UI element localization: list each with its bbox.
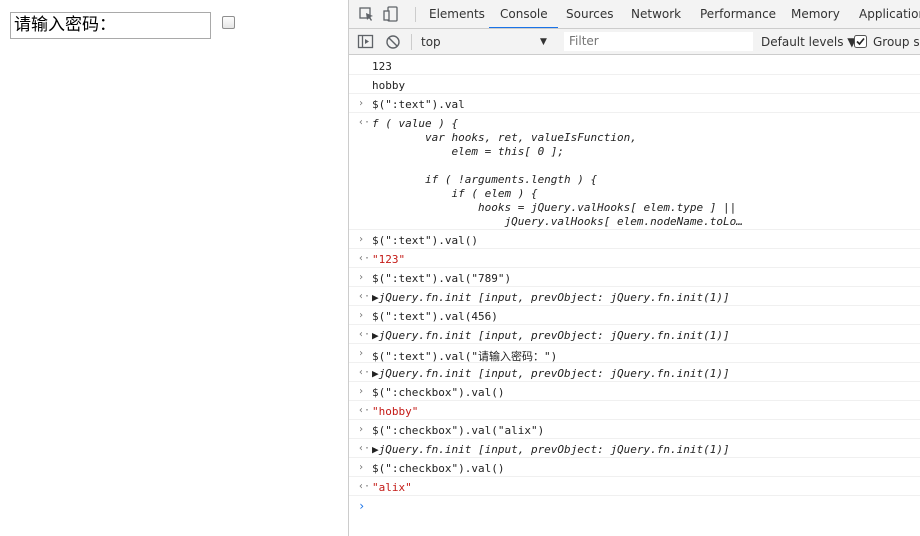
input-prompt-icon: › [358,98,365,109]
console-log-row: 123 [349,56,920,75]
input-prompt-icon: › [358,234,365,245]
console-input-row: › $(":checkbox").val() [349,382,920,401]
console-result-row[interactable]: ‹· ▶jQuery.fn.init [input, prevObject: j… [349,287,920,306]
console-prompt-row[interactable]: › [349,496,920,516]
console-result-row: ‹· "123" [349,249,920,268]
result-string: "alix" [372,481,412,494]
tab-sources[interactable]: Sources [566,0,613,28]
sidebar-toggle-icon[interactable] [357,34,375,50]
result-string: "123" [372,253,406,266]
default-levels-dropdown[interactable]: Default levels ▼ [761,29,857,54]
console-input-row: › $(":text").val("请输入密码：") [349,344,920,363]
jquery-object-result[interactable]: ▶jQuery.fn.init [input, prevObject: jQue… [372,367,730,380]
log-text: hobby [372,79,406,92]
tab-separator [415,7,416,22]
console-result-row[interactable]: ‹· ▶jQuery.fn.init [input, prevObject: j… [349,439,920,458]
password-text-input[interactable]: 请输入密码： [10,12,211,39]
tab-elements[interactable]: Elements [429,0,485,28]
tab-console[interactable]: Console [500,0,548,28]
device-toolbar-icon[interactable] [383,6,401,22]
function-source-line: hooks = jQuery.valHooks[ elem.type ] || [372,201,737,214]
console-output: 123 hobby › $(":text").val ‹· f ( value … [349,56,920,536]
devtools-tab-bar: Elements Console Sources Network Perform… [349,0,920,29]
input-command: $(":text").val() [372,234,478,247]
result-arrow-icon: ‹· [358,443,371,454]
input-prompt-icon: › [358,272,365,283]
console-result-row: ‹· "alix" [349,477,920,496]
function-source-line: f ( value ) { [372,117,459,130]
web-page: 请输入密码： [0,0,348,536]
result-string: "hobby" [372,405,419,418]
group-similar-label: Group sir [873,35,920,49]
function-source-line: if ( elem ) { [372,187,538,200]
function-source-line: elem = this[ 0 ]; [372,145,565,158]
result-arrow-icon: ‹· [358,291,371,302]
console-result-row[interactable]: ‹· ▶jQuery.fn.init [input, prevObject: j… [349,325,920,344]
filter-input[interactable]: Filter [564,32,753,51]
input-prompt-icon: › [358,310,365,321]
input-command: $(":text").val("789") [372,272,512,285]
tab-application[interactable]: Application [859,0,920,28]
clear-console-icon[interactable] [385,34,403,50]
tab-memory[interactable]: Memory [791,0,840,28]
result-arrow-icon: ‹· [358,329,371,340]
input-command: $(":checkbox").val() [372,386,505,399]
console-result-row: ‹· f ( value ) { var hooks, ret, valueIs… [349,113,920,230]
context-dropdown-arrow-icon[interactable]: ▼ [540,29,547,54]
console-input-row: › $(":checkbox").val("alix") [349,420,920,439]
log-text: 123 [372,60,392,73]
input-command: $(":text").val("请输入密码：") [372,350,558,363]
result-arrow-icon: ‹· [358,367,371,378]
jquery-object-result[interactable]: ▶jQuery.fn.init [input, prevObject: jQue… [372,291,730,304]
input-prompt-icon: › [358,462,365,473]
console-result-row: ‹· "hobby" [349,401,920,420]
console-prompt-caret-icon: › [358,499,366,513]
input-prompt-icon: › [358,424,365,435]
console-log-row: hobby [349,75,920,94]
context-selector[interactable]: top [421,29,441,54]
console-input-row: › $(":checkbox").val() [349,458,920,477]
console-input-row: › $(":text").val [349,94,920,113]
console-input-row: › $(":text").val("789") [349,268,920,287]
input-command: $(":checkbox").val() [372,462,505,475]
input-prompt-icon: › [358,386,365,397]
console-result-row[interactable]: ‹· ▶jQuery.fn.init [input, prevObject: j… [349,363,920,382]
input-command: $(":checkbox").val("alix") [372,424,545,437]
console-input-row: › $(":text").val() [349,230,920,249]
hobby-checkbox[interactable] [222,16,235,29]
function-source-line: var hooks, ret, valueIsFunction, [372,131,637,144]
input-command: $(":text").val [372,98,465,111]
result-arrow-icon: ‹· [358,117,371,128]
inspect-element-icon[interactable] [358,6,376,22]
result-arrow-icon: ‹· [358,481,371,492]
function-source-line: jQuery.valHooks[ elem.nodeName.toLo… [372,215,743,228]
tab-network[interactable]: Network [631,0,681,28]
devtools-panel: Elements Console Sources Network Perform… [348,0,920,536]
jquery-object-result[interactable]: ▶jQuery.fn.init [input, prevObject: jQue… [372,329,730,342]
toolbar-separator [411,34,412,50]
function-source-line: if ( !arguments.length ) { [372,173,598,186]
tab-performance[interactable]: Performance [700,0,776,28]
console-input-row: › $(":text").val(456) [349,306,920,325]
jquery-object-result[interactable]: ▶jQuery.fn.init [input, prevObject: jQue… [372,443,730,456]
group-similar-checkbox[interactable] [854,35,867,48]
input-prompt-icon: › [358,348,365,359]
result-arrow-icon: ‹· [358,405,371,416]
input-command: $(":text").val(456) [372,310,498,323]
result-arrow-icon: ‹· [358,253,371,264]
console-toolbar: top ▼ Filter Default levels ▼ Group sir [349,29,920,55]
